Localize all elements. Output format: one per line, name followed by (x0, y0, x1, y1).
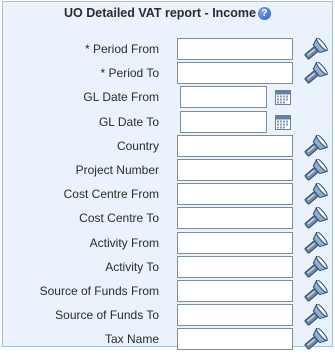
field-row-project-number: Project Number (3, 158, 332, 183)
period-from-input[interactable] (177, 38, 293, 60)
calendar-icon[interactable] (275, 114, 291, 130)
flashlight-search-icon[interactable] (302, 182, 328, 207)
field-row-cost-centre-from: Cost Centre From (3, 182, 332, 207)
flashlight-search-icon[interactable] (302, 327, 328, 352)
field-row-period-from: * Period From (3, 37, 332, 62)
project-number-label: Project Number (75, 163, 159, 177)
gl-date-from-input[interactable] (180, 86, 267, 109)
source-of-funds-from-input[interactable] (177, 280, 293, 302)
source-of-funds-from-label: Source of Funds From (39, 284, 159, 298)
gl-date-to-label: GL Date To (98, 114, 159, 129)
flashlight-search-icon[interactable] (302, 230, 328, 256)
period-to-input[interactable] (177, 62, 293, 85)
calendar-icon[interactable] (275, 89, 291, 106)
field-row-tax-name: Tax Name (3, 327, 332, 352)
flashlight-search-icon[interactable] (302, 206, 328, 231)
flashlight-search-icon[interactable] (302, 37, 328, 62)
period-from-label: * Period From (84, 42, 159, 56)
flashlight-search-icon[interactable] (302, 303, 328, 328)
cost-centre-from-label: Cost Centre From (63, 187, 159, 202)
activity-to-label: Activity To (105, 259, 159, 274)
help-icon[interactable]: ? (257, 6, 271, 20)
activity-to-input[interactable] (177, 255, 293, 278)
field-row-period-to: * Period To (3, 61, 332, 86)
project-number-input[interactable] (177, 159, 293, 181)
flashlight-search-icon[interactable] (302, 158, 328, 183)
activity-from-input[interactable] (177, 231, 293, 254)
field-row-cost-centre-to: Cost Centre To (3, 206, 332, 231)
cost-centre-to-input[interactable] (177, 207, 293, 230)
field-row-country: Country (3, 133, 332, 159)
gl-date-from-label: GL Date From (83, 90, 159, 105)
source-of-funds-to-input[interactable] (177, 304, 293, 327)
cost-centre-to-label: Cost Centre To (79, 211, 159, 226)
field-row-activity-to: Activity To (3, 254, 332, 280)
flashlight-search-icon[interactable] (302, 254, 328, 280)
flashlight-search-icon[interactable] (302, 133, 328, 159)
source-of-funds-to-label: Source of Funds To (55, 308, 159, 323)
panel-header: UO Detailed VAT report - Income ? (3, 2, 332, 24)
tax-name-label: Tax Name (104, 332, 159, 347)
period-to-label: * Period To (100, 66, 159, 81)
vat-report-panel: UO Detailed VAT report - Income ? * Peri… (2, 1, 333, 352)
field-row-gl-date-to: GL Date To (3, 110, 332, 133)
tax-name-input[interactable] (177, 328, 293, 351)
activity-from-label: Activity From (89, 235, 159, 250)
field-row-gl-date-from: GL Date From (3, 86, 332, 109)
cost-centre-from-input[interactable] (177, 183, 293, 206)
flashlight-search-icon[interactable] (302, 279, 328, 304)
country-input[interactable] (177, 134, 293, 157)
field-row-activity-from: Activity From (3, 230, 332, 256)
flashlight-search-icon[interactable] (302, 61, 328, 86)
country-label: Country (116, 138, 159, 153)
gl-date-to-input[interactable] (180, 110, 267, 133)
field-row-source-of-funds-from: Source of Funds From (3, 279, 332, 304)
page-title: UO Detailed VAT report - Income (64, 6, 256, 20)
field-row-source-of-funds-to: Source of Funds To (3, 303, 332, 328)
